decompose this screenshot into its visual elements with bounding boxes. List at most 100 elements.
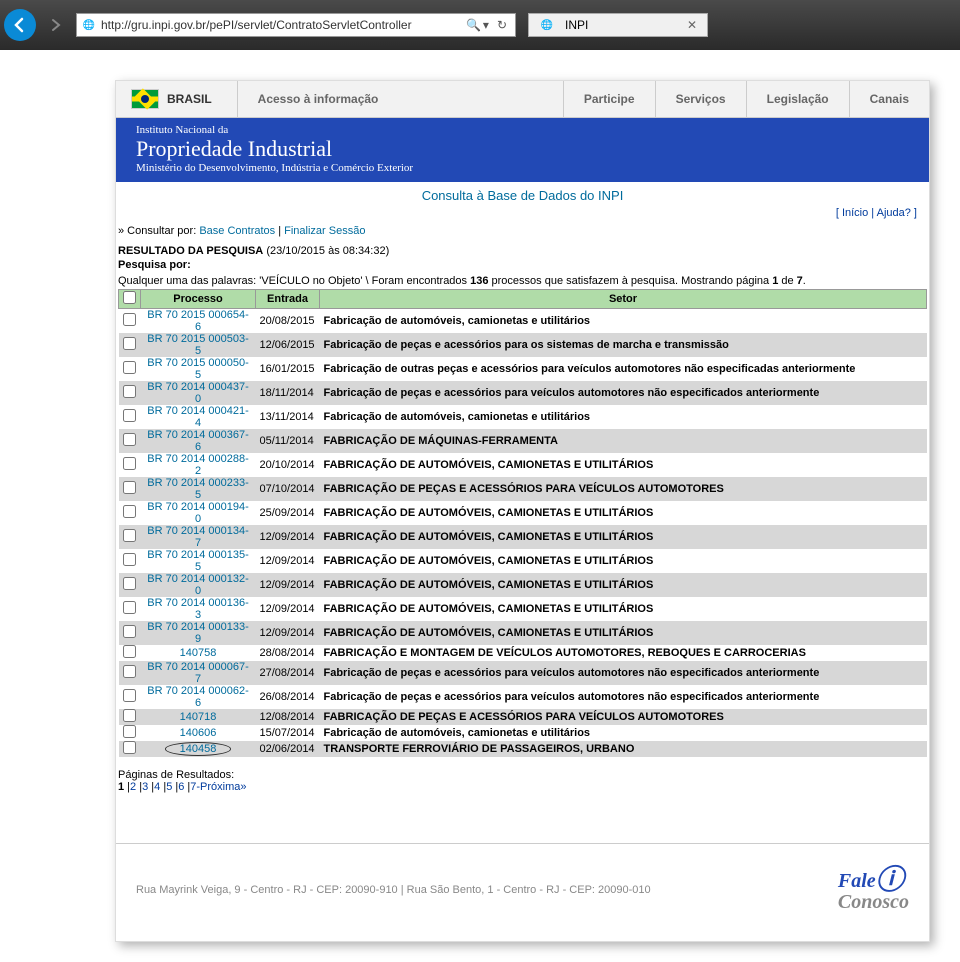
processo-link[interactable]: BR 70 2014 000233-5 [147,477,249,501]
row-checkbox[interactable] [123,529,136,542]
search-icon[interactable]: 🔍 [466,18,481,32]
page-link[interactable]: 3 [142,781,148,793]
row-checkbox[interactable] [123,433,136,446]
brasil-flag-link[interactable]: BRASIL [116,81,238,117]
browser-tab[interactable]: 🌐 INPI ✕ [528,13,708,37]
processo-link[interactable]: 140458 [165,743,232,755]
processo-link[interactable]: BR 70 2015 000654-6 [147,309,249,333]
select-all-checkbox[interactable] [123,291,136,304]
processo-link[interactable]: BR 70 2014 000135-5 [147,549,249,573]
setor-cell: Fabricação de automóveis, camionetas e u… [320,405,927,429]
row-checkbox[interactable] [123,481,136,494]
row-checkbox[interactable] [123,709,136,722]
page-link[interactable]: 2 [130,781,136,793]
inicio-link[interactable]: Início [842,207,868,219]
tab-title: INPI [565,18,588,32]
gov-topbar: BRASIL Acesso à informação Participe Ser… [116,81,929,118]
setor-cell: Fabricação de automóveis, camionetas e u… [320,309,927,334]
setor-cell: FABRICAÇÃO DE AUTOMÓVEIS, CAMIONETAS E U… [320,525,927,549]
dropdown-icon[interactable]: ▾ [483,18,489,32]
processo-link[interactable]: 140718 [180,711,217,723]
ajuda-link[interactable]: Ajuda? [877,207,911,219]
result-header: RESULTADO DA PESQUISA (23/10/2015 às 08:… [118,239,927,257]
processo-link[interactable]: BR 70 2015 000503-5 [147,333,249,357]
table-row: BR 70 2014 000133-912/09/2014FABRICAÇÃO … [119,621,927,645]
brasil-label: BRASIL [167,92,212,106]
processo-link[interactable]: BR 70 2014 000134-7 [147,525,249,549]
back-button[interactable] [4,9,36,41]
table-row: 14071812/08/2014FABRICAÇÃO DE PEÇAS E AC… [119,709,927,725]
topnav-participe[interactable]: Participe [563,81,655,117]
page-link[interactable]: 4 [154,781,160,793]
fale-conosco-link[interactable]: Faleⓘ Conosco [838,868,909,911]
row-checkbox[interactable] [123,385,136,398]
forward-button[interactable] [40,9,72,41]
processo-link[interactable]: BR 70 2014 000133-9 [147,621,249,645]
topnav-canais[interactable]: Canais [849,81,929,117]
row-checkbox[interactable] [123,645,136,658]
page-content: BRASIL Acesso à informação Participe Ser… [115,80,930,942]
finalizar-sessao-link[interactable]: Finalizar Sessão [284,225,365,237]
processo-link[interactable]: BR 70 2014 000421-4 [147,405,249,429]
entrada-cell: 26/08/2014 [256,685,320,709]
processo-link[interactable]: BR 70 2014 000288-2 [147,453,249,477]
row-checkbox[interactable] [123,361,136,374]
setor-cell: Fabricação de peças e acessórios para ve… [320,661,927,685]
table-row: BR 70 2014 000194-025/09/2014FABRICAÇÃO … [119,501,927,525]
processo-link[interactable]: BR 70 2014 000067-7 [147,661,249,685]
processo-link[interactable]: BR 70 2014 000194-0 [147,501,249,525]
processo-link[interactable]: BR 70 2014 000136-3 [147,597,249,621]
setor-cell: FABRICAÇÃO DE AUTOMÓVEIS, CAMIONETAS E U… [320,597,927,621]
row-checkbox[interactable] [123,577,136,590]
row-checkbox[interactable] [123,725,136,738]
row-checkbox[interactable] [123,457,136,470]
page-link[interactable]: 7-Próxima» [190,781,246,793]
row-checkbox[interactable] [123,625,136,638]
processo-link[interactable]: BR 70 2014 000367-6 [147,429,249,453]
acesso-informacao-link[interactable]: Acesso à informação [238,81,399,117]
ministerio-line: Ministério do Desenvolvimento, Indústria… [136,162,909,174]
entrada-cell: 12/09/2014 [256,549,320,573]
row-checkbox[interactable] [123,689,136,702]
row-checkbox[interactable] [123,505,136,518]
entrada-cell: 12/06/2015 [256,333,320,357]
entrada-cell: 15/07/2014 [256,725,320,741]
processo-link[interactable]: BR 70 2014 000437-0 [147,381,249,405]
row-checkbox[interactable] [123,313,136,326]
setor-cell: FABRICAÇÃO DE AUTOMÓVEIS, CAMIONETAS E U… [320,573,927,597]
page-link[interactable]: 6 [178,781,184,793]
topnav-servicos[interactable]: Serviços [655,81,746,117]
row-checkbox[interactable] [123,337,136,350]
processo-link[interactable]: BR 70 2014 000132-0 [147,573,249,597]
col-setor: Setor [320,290,927,309]
setor-cell: FABRICAÇÃO DE MÁQUINAS-FERRAMENTA [320,429,927,453]
row-checkbox[interactable] [123,601,136,614]
pagination: Páginas de Resultados: 1 |2 |3 |4 |5 |6 … [118,757,927,803]
table-row: BR 70 2015 000503-512/06/2015Fabricação … [119,333,927,357]
entrada-cell: 12/09/2014 [256,597,320,621]
page-link[interactable]: 5 [166,781,172,793]
setor-cell: Fabricação de peças e acessórios para ve… [320,381,927,405]
topnav-legislacao[interactable]: Legislação [746,81,849,117]
entrada-cell: 25/09/2014 [256,501,320,525]
entrada-cell: 18/11/2014 [256,381,320,405]
processo-link[interactable]: BR 70 2015 000050-5 [147,357,249,381]
processo-link[interactable]: 140758 [180,647,217,659]
processo-link[interactable]: BR 70 2014 000062-6 [147,685,249,709]
address-bar[interactable]: 🌐 http://gru.inpi.gov.br/pePI/servlet/Co… [76,13,516,37]
table-row: BR 70 2014 000134-712/09/2014FABRICAÇÃO … [119,525,927,549]
entrada-cell: 12/09/2014 [256,621,320,645]
refresh-icon[interactable]: ↻ [497,18,507,32]
processo-link[interactable]: 140606 [180,727,217,739]
row-checkbox[interactable] [123,553,136,566]
base-contratos-link[interactable]: Base Contratos [199,225,275,237]
row-checkbox[interactable] [123,409,136,422]
brazil-flag-icon [131,89,159,109]
table-row: BR 70 2014 000233-507/10/2014FABRICAÇÃO … [119,477,927,501]
row-checkbox[interactable] [123,741,136,754]
setor-cell: FABRICAÇÃO DE AUTOMÓVEIS, CAMIONETAS E U… [320,549,927,573]
close-tab-icon[interactable]: ✕ [687,18,697,32]
consulta-title: Consulta à Base de Dados do INPI [116,182,929,205]
table-row: BR 70 2014 000421-413/11/2014Fabricação … [119,405,927,429]
row-checkbox[interactable] [123,665,136,678]
